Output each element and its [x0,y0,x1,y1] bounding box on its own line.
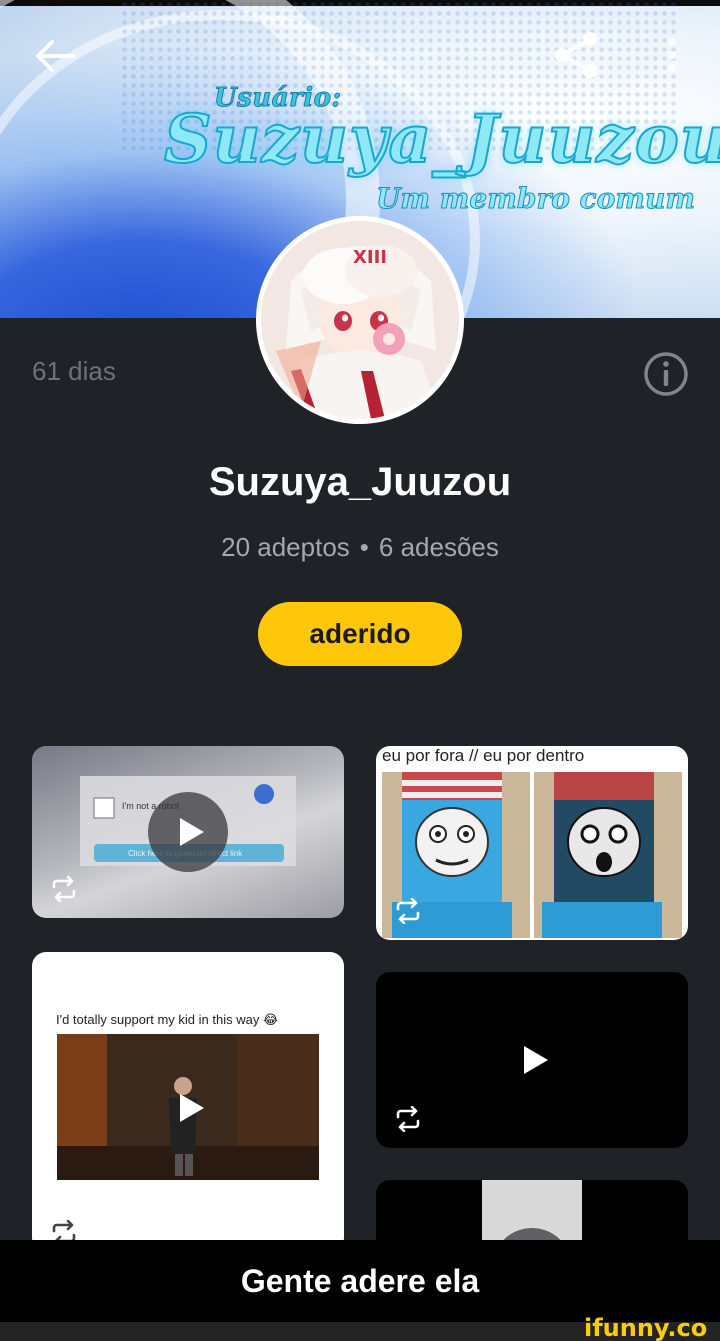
play-button[interactable] [148,792,228,872]
share-icon[interactable] [552,30,600,80]
joined-button[interactable]: aderido [258,602,462,666]
banner-title: Suzuya_Juuzou [163,99,720,179]
profile-name: Suzuya_Juuzou [208,460,512,504]
repost-icon [52,876,76,902]
meme-caption: Gente adere ela [0,1240,720,1322]
play-icon[interactable] [180,1094,204,1122]
back-arrow-icon[interactable] [30,34,78,78]
avatar-illustration: XIII [261,221,459,419]
post-caption: I'd totally support my kid in this way 😂 [56,1012,279,1027]
post-caption: eu por fora // eu por dentro [382,746,585,765]
membership-days: 61 dias [32,356,116,386]
stats-separator: • [359,532,369,562]
repost-icon [396,898,420,924]
more-options-icon[interactable] [660,34,684,78]
play-icon[interactable] [524,1046,548,1074]
post-card-2[interactable]: eu por fora // eu por dentro [376,746,688,940]
banner-subtitle-bottom: Um membro comum [376,182,696,216]
info-icon[interactable] [642,350,690,398]
profile-stats: 20 adeptos • 6 adesões [0,532,720,563]
svg-text:XIII: XIII [353,247,387,268]
followers-count[interactable]: 20 adeptos [221,532,350,562]
ifunny-watermark: ifunny.co [584,1314,708,1341]
post-card-1[interactable]: I'm not a robot Click here to generate d… [32,746,344,918]
post-card-3[interactable]: I'd totally support my kid in this way 😂 [32,952,344,1252]
avatar[interactable]: XIII [256,216,464,424]
post-image [382,772,682,938]
post-card-4[interactable] [376,972,688,1148]
repost-icon [396,1106,420,1132]
play-icon [180,818,204,846]
joined-count[interactable]: 6 adesões [379,532,499,562]
